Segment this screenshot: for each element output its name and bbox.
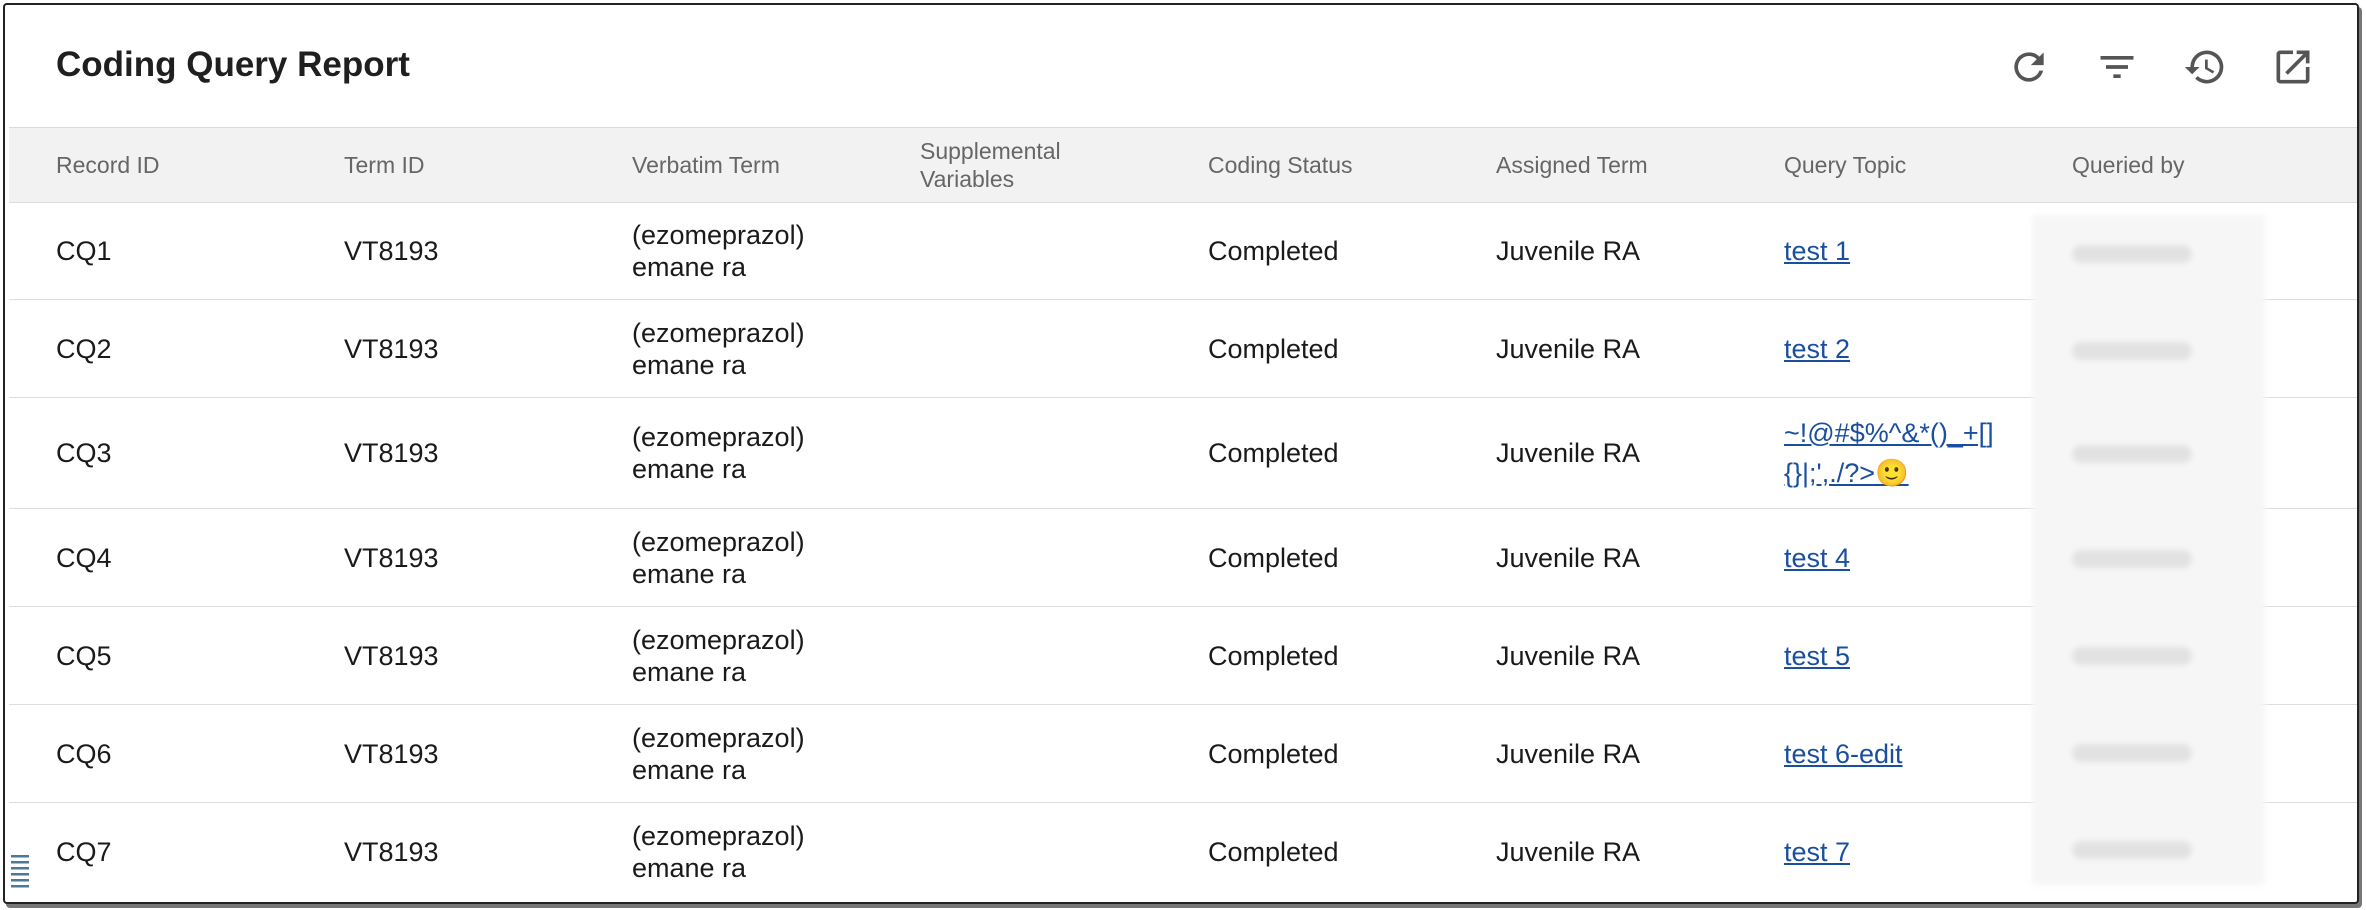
- coding-status-cell: Completed: [1208, 438, 1339, 468]
- assigned-term-cell: Juvenile RA: [1496, 738, 1641, 769]
- column-header-query-topic[interactable]: Query Topic: [1784, 128, 1906, 202]
- table-body: CQ1 VT8193 (ezomeprazol) emane ra Comple…: [9, 202, 2357, 900]
- table-row[interactable]: CQ6 VT8193 (ezomeprazol) emane ra Comple…: [9, 705, 2357, 803]
- query-topic-cell: test 5: [1784, 607, 1850, 704]
- queried-by-redacted-column: [2032, 215, 2265, 885]
- term-id-cell: VT8193: [344, 542, 439, 573]
- query-topic-link[interactable]: test 6-edit: [1784, 738, 1903, 770]
- verbatim-term-cell: (ezomeprazol) emane ra: [632, 607, 805, 704]
- column-header-assigned-term[interactable]: Assigned Term: [1496, 128, 1648, 202]
- table-row[interactable]: CQ2 VT8193 (ezomeprazol) emane ra Comple…: [9, 300, 2357, 398]
- table-row[interactable]: CQ5 VT8193 (ezomeprazol) emane ra Comple…: [9, 607, 2357, 705]
- assigned-term-cell: Juvenile RA: [1496, 542, 1641, 573]
- query-topic-link-line2[interactable]: {}|;',./?>🙂: [1784, 453, 1909, 493]
- column-header-supplemental-line2: Variables: [920, 166, 1015, 192]
- verbatim-line2: emane ra: [632, 349, 747, 380]
- verbatim-line2: emane ra: [632, 558, 747, 589]
- report-header: Coding Query Report: [5, 5, 2357, 127]
- table-row[interactable]: CQ4 VT8193 (ezomeprazol) emane ra Comple…: [9, 509, 2357, 607]
- record-id-cell: CQ1: [56, 235, 112, 266]
- term-id-cell: VT8193: [344, 738, 439, 769]
- query-topic-link[interactable]: test 2: [1784, 333, 1850, 365]
- refresh-icon: [2014, 52, 2044, 82]
- report-panel: Coding Query Report Record ID Term ID Ve…: [3, 3, 2359, 904]
- column-header-supplemental-line1: Supplemental: [920, 138, 1061, 164]
- query-topic-link[interactable]: test 5: [1784, 640, 1850, 672]
- term-id-cell: VT8193: [344, 333, 439, 364]
- assigned-term-cell: Juvenile RA: [1496, 438, 1641, 468]
- verbatim-line2: emane ra: [632, 251, 747, 282]
- table-row[interactable]: CQ1 VT8193 (ezomeprazol) emane ra Comple…: [9, 202, 2357, 300]
- term-id-cell: VT8193: [344, 640, 439, 671]
- assigned-term-cell: Juvenile RA: [1496, 333, 1641, 364]
- verbatim-line2: emane ra: [632, 656, 747, 687]
- record-id-cell: CQ7: [56, 836, 112, 867]
- term-id-cell: VT8193: [344, 836, 439, 867]
- verbatim-term-cell: (ezomeprazol) emane ra: [632, 509, 805, 606]
- verbatim-line1: (ezomeprazol): [632, 219, 805, 250]
- verbatim-term-cell: (ezomeprazol) emane ra: [632, 398, 805, 508]
- column-header-verbatim-term[interactable]: Verbatim Term: [632, 128, 780, 202]
- filter-icon: [2100, 56, 2134, 78]
- column-header-supplemental-variables[interactable]: Supplemental Variables: [920, 128, 1061, 202]
- assigned-term-cell: Juvenile RA: [1496, 235, 1641, 266]
- verbatim-line2: emane ra: [632, 454, 747, 484]
- table-header: Record ID Term ID Verbatim Term Suppleme…: [9, 127, 2357, 203]
- column-header-coding-status[interactable]: Coding Status: [1208, 128, 1352, 202]
- open-in-new-icon: [2276, 50, 2310, 84]
- verbatim-line1: (ezomeprazol): [632, 526, 805, 557]
- verbatim-term-cell: (ezomeprazol) emane ra: [632, 300, 805, 397]
- coding-status-cell: Completed: [1208, 235, 1339, 266]
- verbatim-line1: (ezomeprazol): [632, 820, 805, 851]
- query-topic-cell: test 1: [1784, 202, 1850, 299]
- query-topic-cell: test 4: [1784, 509, 1850, 606]
- query-topic-cell: ~!@#$%^&*()_+[] {}|;',./?>🙂: [1784, 398, 1994, 508]
- verbatim-term-cell: (ezomeprazol) emane ra: [632, 705, 805, 802]
- coding-status-cell: Completed: [1208, 542, 1339, 573]
- table-row[interactable]: CQ3 VT8193 (ezomeprazol) emane ra Comple…: [9, 398, 2357, 509]
- term-id-cell: VT8193: [344, 438, 439, 468]
- verbatim-line2: emane ra: [632, 754, 747, 785]
- record-id-cell: CQ2: [56, 333, 112, 364]
- assigned-term-cell: Juvenile RA: [1496, 640, 1641, 671]
- coding-status-cell: Completed: [1208, 333, 1339, 364]
- open-in-new-button[interactable]: [2269, 43, 2317, 91]
- page-title: Coding Query Report: [56, 45, 410, 84]
- record-id-cell: CQ3: [56, 438, 112, 468]
- query-topic-cell: test 2: [1784, 300, 1850, 397]
- history-button[interactable]: [2181, 43, 2229, 91]
- table-row[interactable]: CQ7 VT8193 (ezomeprazol) emane ra Comple…: [9, 803, 2357, 900]
- drag-handle-icon[interactable]: [9, 851, 33, 891]
- verbatim-line1: (ezomeprazol): [632, 624, 805, 655]
- refresh-button[interactable]: [2005, 43, 2053, 91]
- record-id-cell: CQ6: [56, 738, 112, 769]
- column-header-queried-by[interactable]: Queried by: [2072, 128, 2185, 202]
- record-id-cell: CQ5: [56, 640, 112, 671]
- verbatim-term-cell: (ezomeprazol) emane ra: [632, 803, 805, 900]
- assigned-term-cell: Juvenile RA: [1496, 836, 1641, 867]
- history-icon: [2184, 50, 2224, 84]
- query-topic-link[interactable]: test 7: [1784, 836, 1850, 868]
- verbatim-line2: emane ra: [632, 852, 747, 883]
- query-topic-link[interactable]: test 1: [1784, 235, 1850, 267]
- verbatim-term-cell: (ezomeprazol) emane ra: [632, 202, 805, 299]
- verbatim-line1: (ezomeprazol): [632, 722, 805, 753]
- coding-status-cell: Completed: [1208, 640, 1339, 671]
- column-header-term-id[interactable]: Term ID: [344, 128, 425, 202]
- record-id-cell: CQ4: [56, 542, 112, 573]
- coding-status-cell: Completed: [1208, 738, 1339, 769]
- verbatim-line1: (ezomeprazol): [632, 422, 805, 452]
- query-topic-cell: test 6-edit: [1784, 705, 1903, 802]
- verbatim-line1: (ezomeprazol): [632, 317, 805, 348]
- filter-button[interactable]: [2093, 43, 2141, 91]
- query-topic-link[interactable]: test 4: [1784, 542, 1850, 574]
- column-header-record-id[interactable]: Record ID: [56, 128, 160, 202]
- coding-status-cell: Completed: [1208, 836, 1339, 867]
- toolbar: [2005, 43, 2317, 91]
- query-topic-cell: test 7: [1784, 803, 1850, 900]
- query-topic-link[interactable]: ~!@#$%^&*()_+[]: [1784, 413, 1994, 453]
- term-id-cell: VT8193: [344, 235, 439, 266]
